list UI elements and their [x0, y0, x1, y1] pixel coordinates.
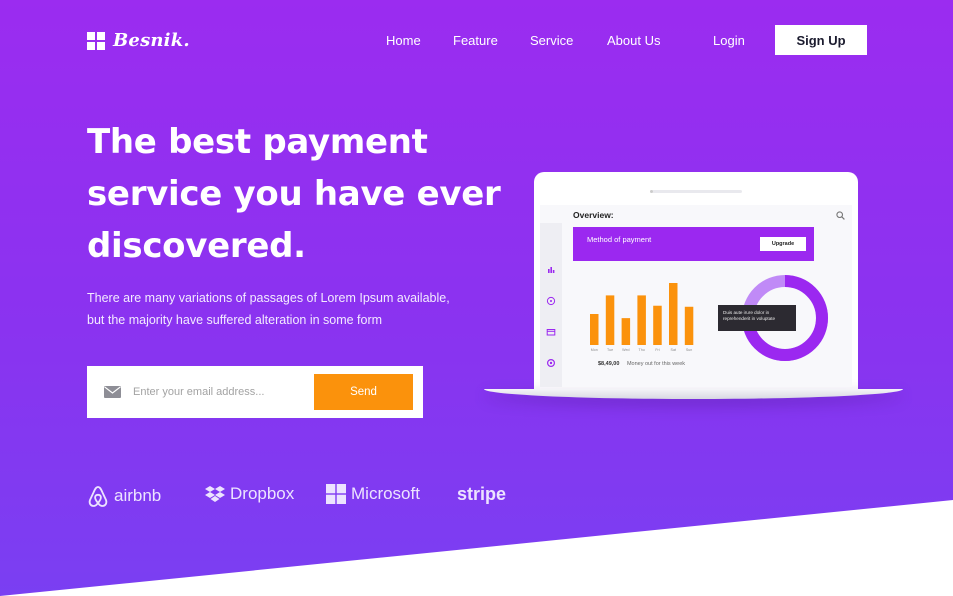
- airbnb-icon: [88, 486, 108, 507]
- chart-tick-label: Fri: [655, 348, 659, 352]
- chart-bar-sun: [684, 306, 694, 345]
- hero-subtitle-line-1: There are many variations of passages of…: [87, 291, 450, 305]
- email-signup-form: Send: [87, 366, 423, 418]
- laptop-camera-icon: [650, 190, 653, 193]
- home-icon: [546, 296, 556, 306]
- dashboard-preview: Overview: Method of payment Upgrade Mon T…: [540, 205, 852, 387]
- dashboard-sidebar: [540, 223, 562, 387]
- chart-bar-wed: [621, 318, 631, 345]
- dropbox-icon: [205, 486, 225, 502]
- airbnb-label: airbnb: [114, 486, 162, 505]
- hero-title-line-2: service you have ever: [87, 174, 501, 214]
- chart-bar-mon: [590, 314, 599, 345]
- chart-tick-label: Mon: [591, 348, 598, 352]
- dropbox-label: Dropbox: [230, 484, 295, 503]
- chart-tick-label: Wed: [622, 348, 629, 352]
- microsoft-icon: [326, 484, 346, 504]
- payment-method-label: Method of payment: [587, 235, 652, 244]
- chart-tick-label: Thu: [639, 348, 645, 352]
- nav-service-link[interactable]: Service: [530, 33, 573, 48]
- chart-bar-sat: [669, 283, 678, 345]
- chart-bar-thu: [637, 295, 646, 345]
- payment-method-banner: Method of payment Upgrade: [573, 227, 814, 261]
- dashboard-title: Overview:: [573, 210, 614, 220]
- grid-logo-icon: [87, 31, 105, 50]
- weekly-bar-chart: Mon Tue Wed Thu Fri Sat Sun: [590, 283, 694, 352]
- nav-feature-link[interactable]: Feature: [453, 33, 498, 48]
- laptop-camera-bar: [652, 190, 742, 193]
- search-icon[interactable]: [836, 211, 845, 220]
- airbnb-logo: airbnb: [87, 484, 161, 508]
- hero-title: The best payment service you have ever d…: [87, 116, 507, 272]
- chart-tick-label: Sun: [686, 348, 692, 352]
- nav-home-link[interactable]: Home: [386, 33, 421, 48]
- chart-tick-label: Sat: [671, 348, 676, 352]
- stripe-logo: stripe: [457, 484, 506, 505]
- money-value: $8,49,00: [598, 361, 620, 367]
- mail-icon: [104, 386, 121, 398]
- hero-title-line-3: discovered.: [87, 226, 306, 266]
- laptop-base: [484, 389, 903, 399]
- money-caption: Money out for this week: [626, 361, 686, 367]
- card-icon: [546, 329, 556, 336]
- stripe-label: stripe: [457, 484, 507, 504]
- chart-bar-tue: [605, 295, 615, 345]
- brand-name: Besnik.: [113, 30, 190, 51]
- dropbox-logo: Dropbox: [205, 484, 294, 504]
- signup-button[interactable]: Sign Up: [775, 25, 867, 55]
- chart-bar-fri: [653, 305, 662, 345]
- hero-subtitle: There are many variations of passages of…: [87, 287, 487, 331]
- chart-tooltip: Duis aute irure dolor in reprehenderit i…: [718, 305, 796, 331]
- chart-icon: [548, 267, 555, 273]
- hero-title-line-1: The best payment: [87, 122, 428, 162]
- money-summary: $8,49,00 Money out for this week: [598, 361, 685, 367]
- hero-subtitle-line-2: but the majority have suffered alteratio…: [87, 313, 383, 327]
- microsoft-logo: Microsoft: [326, 484, 420, 504]
- brand-logo[interactable]: Besnik.: [87, 30, 190, 51]
- microsoft-label: Microsoft: [351, 484, 420, 503]
- email-input[interactable]: [133, 386, 303, 398]
- nav-about-link[interactable]: About Us: [607, 33, 660, 48]
- settings-icon: [546, 358, 556, 368]
- chart-tick-label: Tue: [607, 348, 613, 352]
- upgrade-button[interactable]: Upgrade: [760, 237, 806, 251]
- send-button[interactable]: Send: [314, 374, 413, 410]
- login-link[interactable]: Login: [713, 33, 745, 48]
